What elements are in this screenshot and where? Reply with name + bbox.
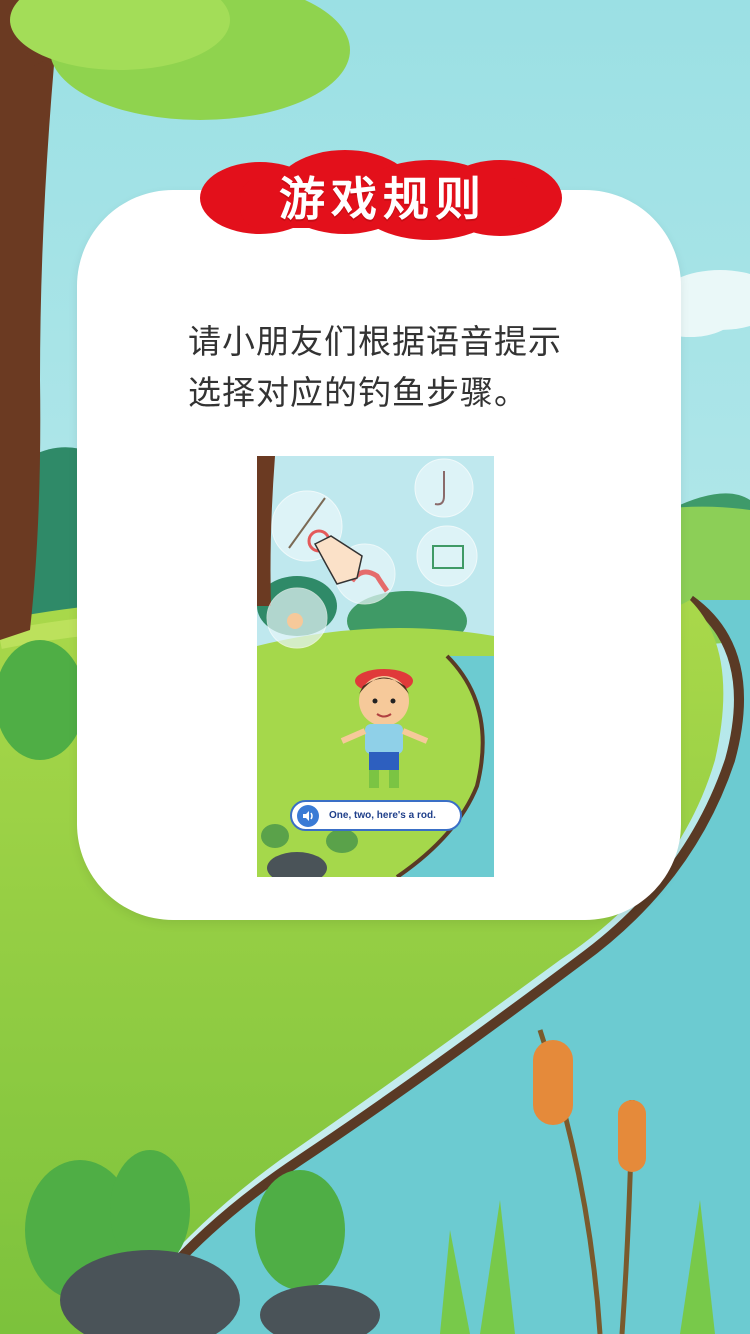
fishing-hook-icon[interactable] xyxy=(414,458,474,518)
bubble-boy-icon[interactable] xyxy=(266,587,328,649)
audio-caption-text: One, two, here's a rod. xyxy=(329,810,436,821)
page-title: 游戏规则 xyxy=(279,172,487,226)
rules-text: 请小朋友们根据语音提示 选择对应的钓鱼步骤。 xyxy=(188,316,588,418)
audio-caption-bubble[interactable]: One, two, here's a rod. xyxy=(290,800,462,831)
rules-line-1: 请小朋友们根据语音提示 xyxy=(188,322,562,361)
fishing-net-icon[interactable] xyxy=(416,525,478,587)
speaker-icon[interactable] xyxy=(297,804,319,827)
rules-line-2: 选择对应的钓鱼步骤。 xyxy=(188,373,528,412)
